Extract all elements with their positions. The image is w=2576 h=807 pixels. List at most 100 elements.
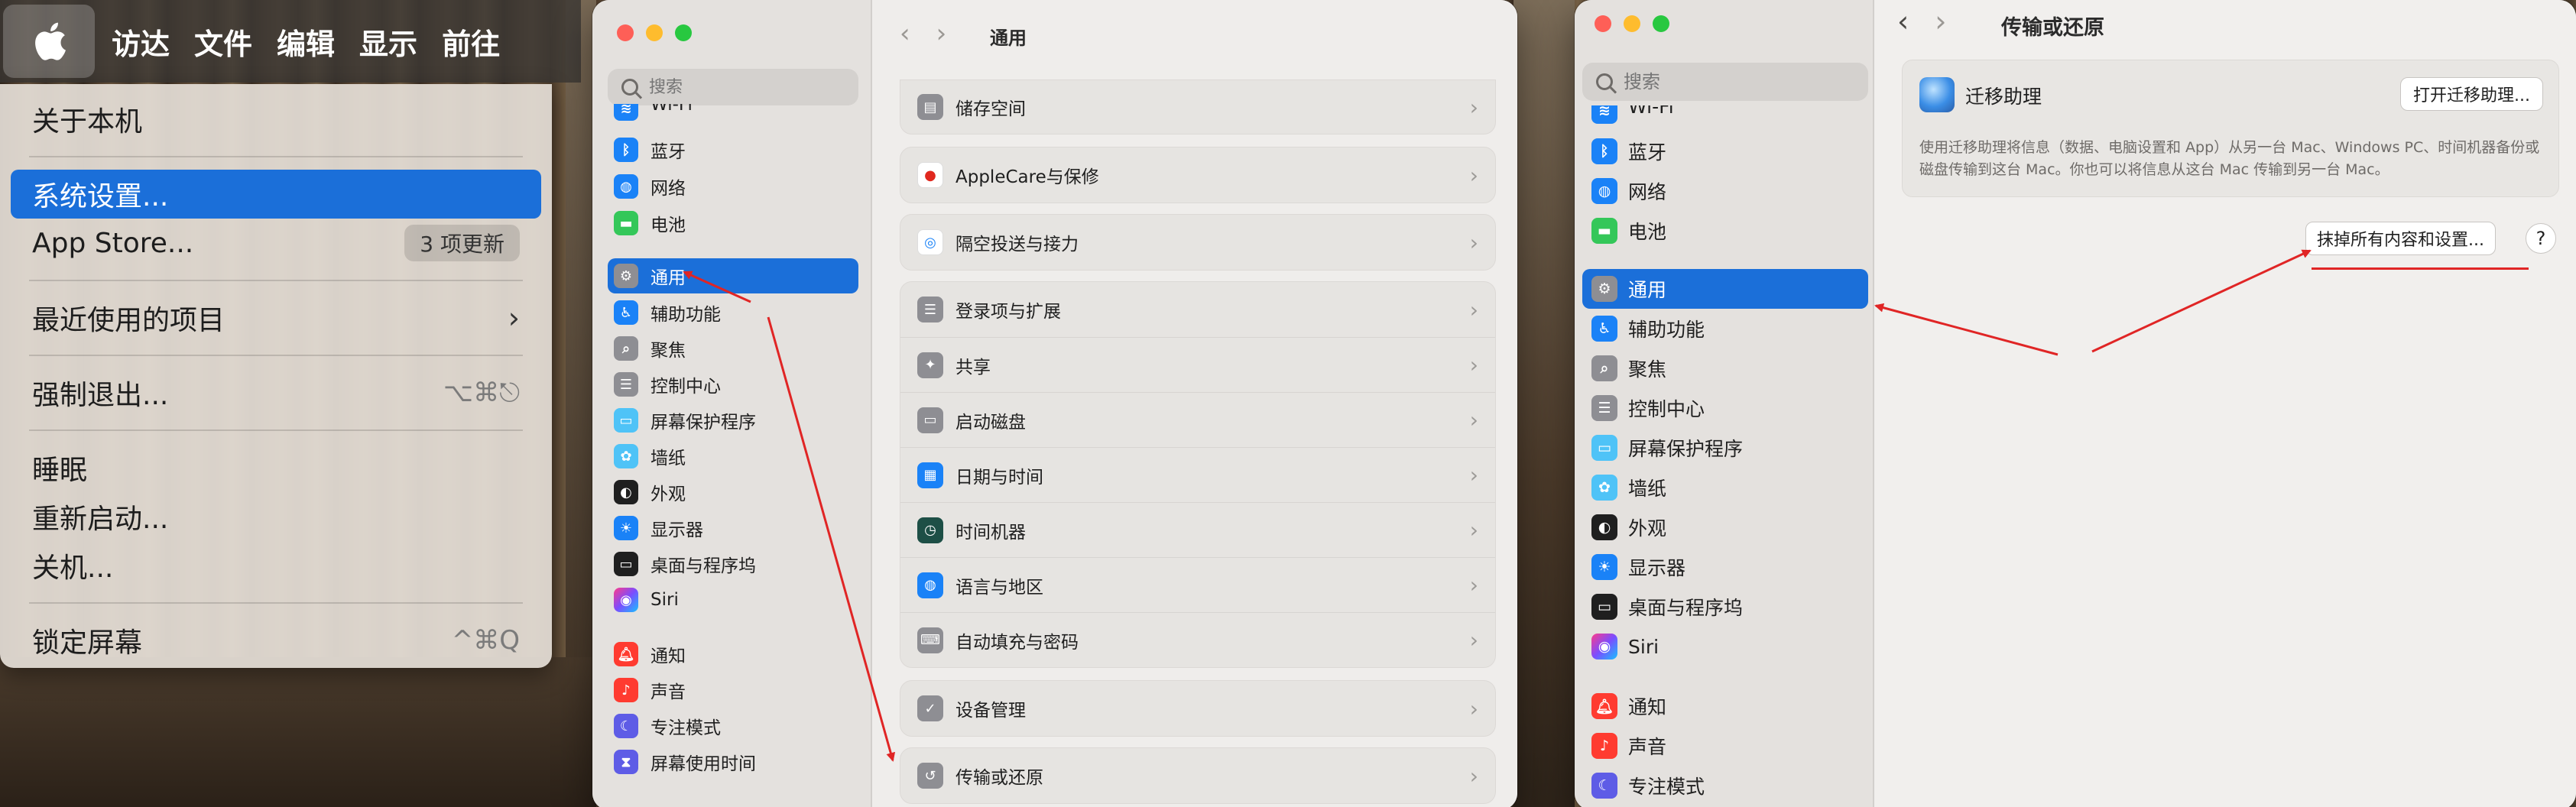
row-sharing[interactable]: ✦ 共享 ›	[900, 337, 1495, 392]
sidebar-item-wallpaper[interactable]: ✿ 墙纸	[608, 439, 858, 474]
annotation-underline	[2312, 267, 2529, 270]
sidebar-item-sound[interactable]: ♪ 声音	[608, 672, 858, 708]
menubar-go[interactable]: 前往	[442, 21, 500, 63]
erase-all-content-button[interactable]: 抹掉所有内容和设置...	[2305, 222, 2496, 255]
menubar-file[interactable]: 文件	[194, 21, 252, 63]
magnifier-icon: ⌕	[1591, 355, 1617, 381]
sidebar-item-appearance[interactable]: ◐ 外观	[1582, 507, 1868, 547]
sidebar-item-network[interactable]: ◍ 网络	[1582, 171, 1868, 211]
sidebar-item-accessibility[interactable]: ♿ 辅助功能	[608, 295, 858, 330]
sidebar-item-label: 辅助功能	[650, 305, 721, 325]
row-language-region[interactable]: ◍ 语言与地区 ›	[900, 557, 1495, 612]
sidebar-item-accessibility[interactable]: ♿ 辅助功能	[1582, 309, 1868, 348]
sidebar-item-displays[interactable]: ☀ 显示器	[1582, 547, 1868, 587]
menu-bar: 访达 文件 编辑 显示 前往	[0, 0, 581, 83]
sidebar-item-screen-saver[interactable]: ▭ 屏幕保护程序	[1582, 428, 1868, 468]
row-airdrop[interactable]: ◎ 隔空投送与接力 ›	[900, 215, 1495, 270]
menu-item-restart[interactable]: 重新启动...	[11, 492, 541, 541]
close-window-button[interactable]	[1595, 15, 1611, 32]
sidebar-item-label: 显示器	[1628, 557, 1686, 579]
row-label: 共享	[955, 357, 991, 378]
menu-item-shutdown[interactable]: 关机...	[11, 541, 541, 590]
sidebar-item-wallpaper[interactable]: ✿ 墙纸	[1582, 468, 1868, 507]
sun-icon: ☀	[614, 516, 638, 540]
sidebar-item-siri[interactable]: ◉ Siri	[1582, 627, 1868, 666]
forward-button[interactable]: ›	[1935, 5, 1946, 38]
sidebar-item-bluetooth[interactable]: ᛒ 蓝牙	[1582, 131, 1868, 171]
sidebar-item-notifications[interactable]: 🔔︎ 通知	[608, 637, 858, 672]
sidebar-item-label: 声音	[1628, 736, 1667, 758]
sidebar-item-screen-saver[interactable]: ▭ 屏幕保护程序	[608, 403, 858, 438]
dock-icon: ▭	[614, 552, 638, 576]
settings-group: ◎ 隔空投送与接力 ›	[900, 214, 1496, 271]
menu-item-about[interactable]: 关于本机	[11, 95, 541, 144]
menu-item-force-quit[interactable]: 强制退出... ⌥⌘⎋	[11, 368, 541, 417]
sidebar-item-sound[interactable]: ♪ 声音	[1582, 726, 1868, 766]
sidebar-item-siri[interactable]: ◉ Siri	[608, 582, 858, 617]
menubar-edit[interactable]: 编辑	[277, 21, 335, 63]
sidebar-item-displays[interactable]: ☀ 显示器	[608, 510, 858, 546]
menu-item-system-settings[interactable]: 系统设置...	[11, 170, 541, 219]
menu-item-sleep[interactable]: 睡眠	[11, 443, 541, 492]
row-transfer-reset[interactable]: ↺ 传输或还原 ›	[900, 748, 1495, 803]
sidebar-item-focus[interactable]: ☾ 专注模式	[608, 708, 858, 744]
accessibility-icon: ♿	[1591, 316, 1617, 342]
forward-button[interactable]: ›	[936, 18, 947, 49]
open-migration-assistant-button[interactable]: 打开迁移助理...	[2400, 77, 2543, 111]
menu-item-app-store[interactable]: App Store... 3 项更新	[11, 219, 541, 267]
sidebar-item-network[interactable]: ◍ 网络	[608, 169, 858, 204]
sidebar-search[interactable]	[608, 69, 858, 105]
sidebar-item-label: Wi-Fi	[650, 104, 693, 115]
back-button[interactable]: ‹	[1897, 5, 1909, 38]
sidebar-item-general[interactable]: ⚙ 通用	[608, 258, 858, 293]
sidebar-item-wifi[interactable]: ≋ Wi-Fi	[608, 104, 858, 122]
sidebar-item-battery[interactable]: ▬ 电池	[1582, 211, 1868, 251]
help-button[interactable]: ?	[2526, 223, 2556, 254]
menu-item-recent-items[interactable]: 最近使用的项目 ›	[11, 293, 541, 342]
sidebar-item-control-center[interactable]: ☰ 控制中心	[1582, 388, 1868, 428]
sidebar-item-control-center[interactable]: ☰ 控制中心	[608, 367, 858, 402]
row-storage[interactable]: ▤ 储存空间 ›	[900, 80, 1495, 134]
sidebar-item-appearance[interactable]: ◐ 外观	[608, 475, 858, 510]
search-icon	[621, 79, 638, 96]
sidebar-item-bluetooth[interactable]: ᛒ 蓝牙	[608, 132, 858, 167]
menu-item-label: 关机...	[32, 553, 114, 584]
settings-sidebar: ≋ Wi-Fi ᛒ 蓝牙 ◍ 网络 ▬ 电池 ⚙ 通用 ♿ 辅助功能 ⌕ 聚焦 …	[1575, 0, 1874, 807]
sidebar-item-general[interactable]: ⚙ 通用	[1582, 269, 1868, 309]
row-login-items[interactable]: ☰ 登录项与扩展 ›	[900, 282, 1495, 337]
chevron-right-icon: ›	[1469, 627, 1478, 653]
zoom-window-button[interactable]	[675, 24, 692, 41]
sidebar-item-focus[interactable]: ☾ 专注模式	[1582, 766, 1868, 805]
sidebar-item-screen-time[interactable]: ⧗ 屏幕使用时间	[608, 744, 858, 779]
sidebar-item-wifi[interactable]: ≋ Wi-Fi	[1582, 105, 1868, 125]
row-applecare[interactable]: ● AppleCare与保修 ›	[900, 147, 1495, 203]
zoom-window-button[interactable]	[1653, 15, 1669, 32]
screen-saver-icon: ▭	[614, 408, 638, 433]
menubar-finder[interactable]: 访达	[112, 21, 170, 63]
menubar-view[interactable]: 显示	[359, 21, 417, 63]
menu-item-lock-screen[interactable]: 锁定屏幕 ^⌘Q	[11, 616, 541, 665]
settings-group: ✓ 设备管理 ›	[900, 680, 1496, 737]
row-time-machine[interactable]: ◷ 时间机器 ›	[900, 502, 1495, 557]
sidebar-item-label: 墙纸	[650, 449, 686, 468]
sidebar-item-battery[interactable]: ▬ 电池	[608, 206, 858, 241]
sidebar-item-spotlight[interactable]: ⌕ 聚焦	[608, 331, 858, 366]
close-window-button[interactable]	[617, 24, 634, 41]
row-date-time[interactable]: ▦ 日期与时间 ›	[900, 447, 1495, 502]
sidebar-item-desktop-dock[interactable]: ▭ 桌面与程序坞	[608, 546, 858, 582]
search-input[interactable]	[1624, 71, 1868, 92]
sidebar-item-spotlight[interactable]: ⌕ 聚焦	[1582, 348, 1868, 388]
apple-menu-button[interactable]	[3, 5, 95, 78]
hourglass-icon: ⧗	[614, 750, 638, 774]
minimize-window-button[interactable]	[1624, 15, 1640, 32]
migration-assistant-icon	[1919, 77, 1955, 112]
sidebar-search[interactable]	[1582, 63, 1868, 101]
back-button[interactable]: ‹	[900, 18, 910, 49]
row-startup-disk[interactable]: ▭ 启动磁盘 ›	[900, 392, 1495, 447]
minimize-window-button[interactable]	[646, 24, 663, 41]
row-autofill[interactable]: ⌨ 自动填充与密码 ›	[900, 612, 1495, 667]
search-input[interactable]	[649, 77, 858, 97]
sidebar-item-notifications[interactable]: 🔔︎ 通知	[1582, 686, 1868, 726]
row-device-management[interactable]: ✓ 设备管理 ›	[900, 681, 1495, 736]
sidebar-item-desktop-dock[interactable]: ▭ 桌面与程序坞	[1582, 587, 1868, 627]
